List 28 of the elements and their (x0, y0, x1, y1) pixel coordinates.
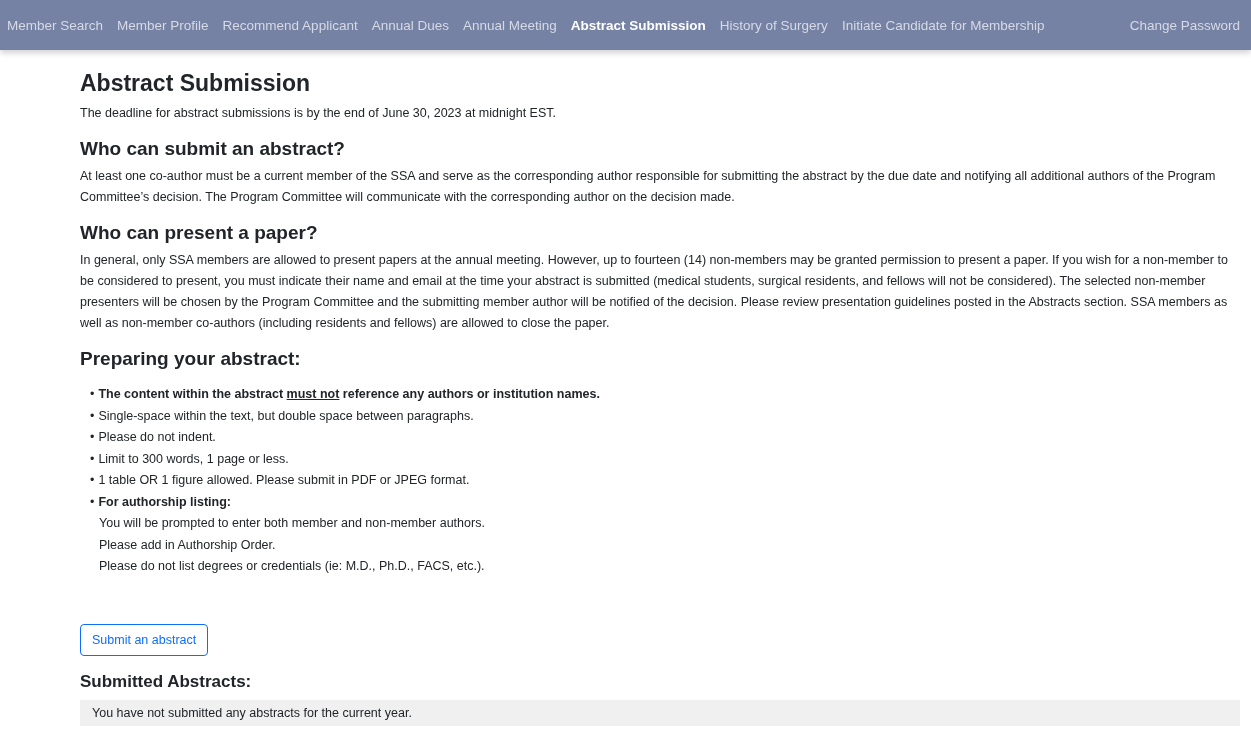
nav-link[interactable]: Recommend Applicant (215, 17, 365, 33)
guideline-subline: Please do not list degrees or credentials (ie: M.D., Ph.D., FACS, etc.). (98, 558, 486, 575)
nav-link[interactable]: Initiate Candidate for Membership (834, 17, 1052, 33)
section-heading: Who can submit an abstract? (80, 138, 346, 160)
guideline-subline: You will be prompted to enter both member and non-member authors. (98, 515, 486, 532)
guideline-item: • For authorship listing: (89, 493, 233, 511)
change-password-link[interactable]: Change Password (1122, 17, 1247, 33)
empty-message: You have not submitted any abstracts for the current year. (80, 699, 1240, 726)
guideline-item: • The content within the abstract must not reference any authors or institution names. (89, 386, 601, 403)
section-paragraph: At least one co-author must be a current member of the SSA and serve as the corresponding author responsible for submitting the abstract by the due date and notifying all additional authors of the Program Committee’s decision. The Program Committee will communicate with the corresponding author on the decision made. (80, 168, 1217, 206)
section-paragraph: In general, only SSA members are allowed to present papers at the annual meeting. However, up to fourteen (14) non-members may be granted permission to present a paper. If you wish for a non-member to be considered to present, you must indicate their name and email at the time your abstract is submitted (medical students, surgical residents, and fellows will not be considered). The selected non-member presenters will be chosen by the Program Committee and the submitting member author will be notified of the decision. Please review presentation guidelines posted in the Abstracts section. SSA members as well as non-member co-authors (including residents and fellows) are allowed to close the paper. (80, 252, 1229, 332)
guideline-item: • Please do not indent. (89, 429, 217, 446)
guideline-subline: Please add in Authorship Order. (98, 536, 277, 554)
nav-link[interactable]: Member Search (0, 17, 111, 33)
deadline-text: The deadline for abstract submissions is by the end of June 30, 2023 at midnight EST. (80, 105, 557, 122)
nav-link[interactable]: Abstract Submission (563, 17, 713, 33)
section-heading: Who can present a paper? (80, 222, 319, 244)
page-title: Abstract Submission (80, 70, 312, 97)
nav-link[interactable]: Annual Meeting (455, 17, 564, 33)
guideline-item: • Single-space within the text, but double space between paragraphs. (89, 407, 475, 425)
nav-link[interactable]: History of Surgery (712, 17, 835, 33)
nav-link[interactable]: Member Profile (110, 17, 216, 33)
guideline-item: • Limit to 300 words, 1 page or less. (89, 450, 290, 468)
nav-link[interactable]: Annual Dues (364, 17, 456, 33)
section-heading: Submitted Abstracts: (80, 671, 253, 692)
guideline-item: • 1 table OR 1 figure allowed. Please submit in PDF or JPEG format. (89, 472, 471, 489)
submit-abstract-button[interactable]: Submit an abstract (80, 623, 209, 656)
section-heading: Preparing your abstract: (80, 348, 302, 370)
